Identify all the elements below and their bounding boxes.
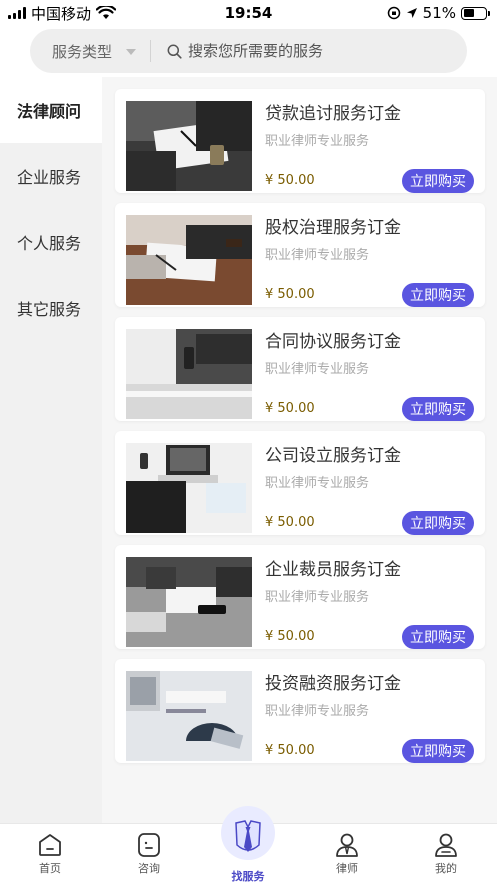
status-left: 中国移动 [8,3,117,24]
service-subtitle: 职业律师专业服务 [265,476,370,491]
category-label: 法律顾问 [17,102,82,121]
wifi-icon [96,6,117,19]
consult-icon [138,833,160,857]
service-card[interactable]: 投资融资服务订金 职业律师专业服务 ¥ 50.00 立即购买 [115,659,485,763]
tab-lawyer[interactable]: 律师 [307,824,387,883]
tab-consult[interactable]: 咨询 [109,824,189,883]
service-card[interactable]: 企业裁员服务订金 职业律师专业服务 ¥ 50.00 立即购买 [115,545,485,649]
service-thumbnail [126,101,252,191]
service-price: ¥ 50.00 [265,743,315,758]
orientation-lock-icon [387,6,400,20]
status-bar: 中国移动 19:54 51% [0,0,497,26]
service-price: ¥ 50.00 [265,287,315,302]
service-title: 企业裁员服务订金 [265,560,401,580]
battery-icon [461,6,490,20]
service-card[interactable]: 股权治理服务订金 职业律师专业服务 ¥ 50.00 立即购买 [115,203,485,307]
service-thumbnail [126,443,252,533]
service-price: ¥ 50.00 [265,629,315,644]
service-price: ¥ 50.00 [265,173,315,188]
home-icon [39,834,61,856]
service-card[interactable]: 合同协议服务订金 职业律师专业服务 ¥ 50.00 立即购买 [115,317,485,421]
service-list: 贷款追讨服务订金 职业律师专业服务 ¥ 50.00 立即购买 股权治理服务订金 … [102,77,497,823]
buy-now-button[interactable]: 立即购买 [402,511,474,535]
location-icon [406,8,417,18]
service-thumbnail [126,671,252,761]
category-item-enterprise[interactable]: 企业服务 [0,143,102,209]
buy-now-button[interactable]: 立即购买 [402,283,474,307]
service-subtitle: 职业律师专业服务 [265,704,370,719]
service-subtitle: 职业律师专业服务 [265,362,370,377]
search-field [167,42,467,60]
tab-label: 找服务 [231,870,265,883]
search-divider [150,40,151,62]
bottom-tab-bar: 首页 咨询 找服务 律师 我的 [0,806,497,883]
search-bar: 服务类型 [30,29,467,73]
search-input[interactable] [188,42,438,60]
service-price: ¥ 50.00 [265,401,315,416]
category-item-other[interactable]: 其它服务 [0,275,102,341]
buy-now-button[interactable]: 立即购买 [402,625,474,649]
status-right: 51% [387,4,490,22]
category-item-legal-advisor[interactable]: 法律顾问 [0,77,102,143]
tie-icon [235,820,261,852]
tab-center-highlight [221,806,275,860]
service-thumbnail [126,329,252,419]
service-thumbnail [126,557,252,647]
search-icon [167,44,182,59]
service-title: 公司设立服务订金 [265,446,401,466]
carrier-label: 中国移动 [31,4,92,23]
buy-now-button[interactable]: 立即购买 [402,397,474,421]
service-price: ¥ 50.00 [265,515,315,530]
battery-percent: 51% [422,4,456,22]
category-label: 其它服务 [17,300,82,319]
tab-label: 咨询 [138,862,160,875]
category-item-personal[interactable]: 个人服务 [0,209,102,275]
service-subtitle: 职业律师专业服务 [265,134,370,149]
service-title: 股权治理服务订金 [265,218,401,238]
service-subtitle: 职业律师专业服务 [265,248,370,263]
category-sidebar: 法律顾问 企业服务 个人服务 其它服务 [0,77,102,823]
service-thumbnail [126,215,252,305]
tab-label: 律师 [336,862,358,875]
service-card[interactable]: 贷款追讨服务订金 职业律师专业服务 ¥ 50.00 立即购买 [115,89,485,193]
tab-label: 我的 [435,862,457,875]
service-title: 贷款追讨服务订金 [265,104,401,124]
category-label: 个人服务 [17,234,82,253]
profile-icon [435,833,457,857]
tab-home[interactable]: 首页 [10,824,90,883]
service-subtitle: 职业律师专业服务 [265,590,370,605]
dropdown-arrow-icon [126,49,137,55]
service-type-dropdown[interactable]: 服务类型 [30,29,150,73]
category-label: 企业服务 [17,168,82,187]
service-type-label: 服务类型 [52,42,113,61]
buy-now-button[interactable]: 立即购买 [402,169,474,193]
service-card[interactable]: 公司设立服务订金 职业律师专业服务 ¥ 50.00 立即购买 [115,431,485,535]
lawyer-icon [336,833,358,857]
tab-find-service[interactable]: 找服务 [208,806,288,883]
battery-fill [463,9,475,17]
signal-icon [8,7,26,19]
service-title: 投资融资服务订金 [265,674,401,694]
buy-now-button[interactable]: 立即购买 [402,739,474,763]
tab-label: 首页 [39,862,61,875]
service-title: 合同协议服务订金 [265,332,401,352]
tab-profile[interactable]: 我的 [406,824,486,883]
